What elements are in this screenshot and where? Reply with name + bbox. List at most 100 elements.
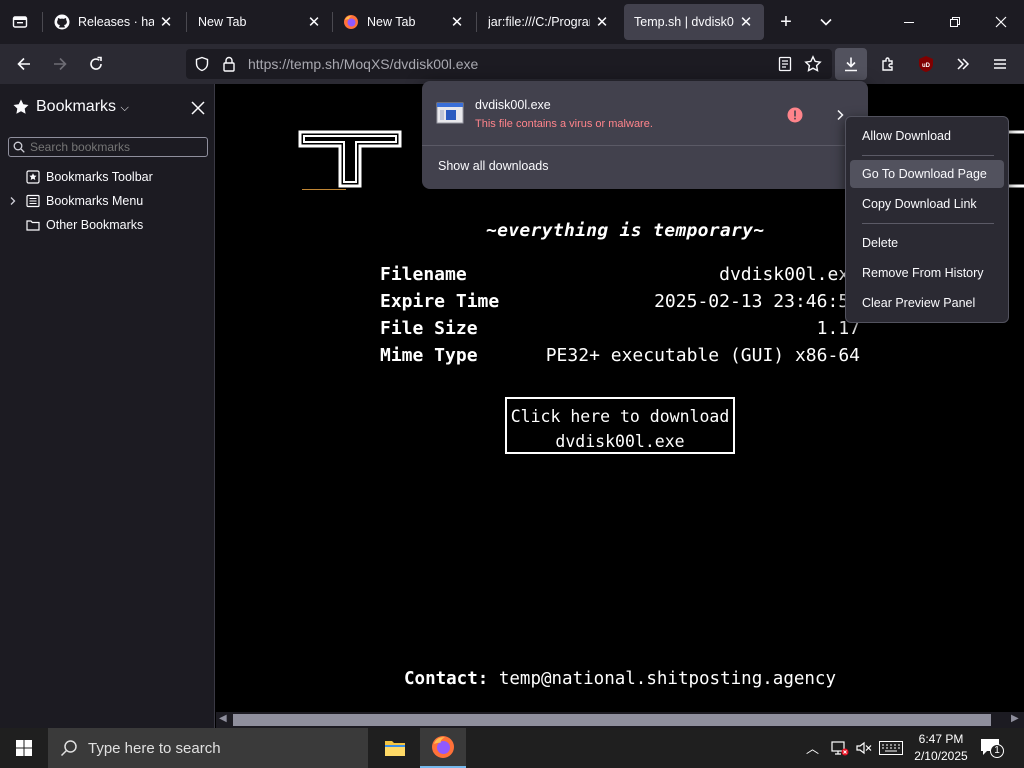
download-link-button[interactable]: Click here to download dvdisk00l.exe [505, 397, 735, 454]
info-key: Filename [380, 264, 467, 285]
menu-item-clear-preview-panel[interactable]: Clear Preview Panel [850, 289, 1004, 317]
overflow-button[interactable] [947, 48, 979, 80]
app-menu-button[interactable] [984, 48, 1016, 80]
restore-button[interactable] [939, 6, 971, 38]
volume-muted-icon[interactable] [855, 740, 873, 756]
close-icon[interactable]: ✕ [738, 13, 754, 31]
firefox-view-button[interactable] [4, 6, 36, 38]
menu-item-copy-download-link[interactable]: Copy Download Link [850, 190, 1004, 218]
shield-icon[interactable] [194, 56, 210, 72]
warning-icon [787, 107, 803, 123]
sidebar-close-button[interactable] [182, 92, 214, 124]
info-value: dvdisk00l.exe [719, 264, 860, 285]
search-icon [60, 740, 77, 757]
double-chevron-right-icon [957, 58, 970, 70]
reload-button[interactable] [80, 48, 112, 80]
scroll-right-icon[interactable]: ▶ [1011, 713, 1019, 724]
forward-button[interactable] [44, 48, 76, 80]
tab-label: jar:file:///C:/Program [488, 15, 590, 29]
tab-label: New Tab [198, 15, 247, 29]
bookmark-item-label: Bookmarks Menu [46, 194, 144, 208]
url-bar[interactable]: https://temp.sh/MoqXS/dvdisk00l.exe [186, 49, 832, 79]
ublock-icon: uD [919, 56, 933, 72]
windows-taskbar: Type here to search ︿ 6:47 PM 2/10/2025 … [0, 728, 1024, 768]
chevron-down-icon: ⌵ [120, 102, 129, 114]
bookmark-item-other[interactable]: Other Bookmarks [26, 215, 143, 235]
taskbar-search-box[interactable]: Type here to search [48, 728, 368, 768]
contact-email[interactable]: temp@national.shitposting.agency [499, 669, 836, 689]
downloads-button[interactable] [835, 48, 867, 80]
menu-separator [862, 223, 994, 224]
chevron-up-icon[interactable]: ︿ [806, 738, 819, 757]
taskbar-file-explorer[interactable] [374, 728, 416, 768]
tab-jar-file[interactable]: jar:file:///C:/Program ✕ [478, 4, 620, 40]
tab-separator [476, 12, 477, 32]
firefox-icon [344, 15, 358, 29]
list-all-tabs-button[interactable] [810, 6, 842, 38]
url-path: /MoqXS/dvdisk00l.exe [339, 56, 479, 72]
info-key: File Size [380, 318, 478, 339]
sidebar-title-label: Bookmarks [36, 98, 117, 115]
minimize-button[interactable] [893, 6, 925, 38]
notification-center-button[interactable]: 1 [980, 736, 1006, 760]
bookmark-item-label: Other Bookmarks [46, 218, 144, 232]
taskbar-clock[interactable]: 6:47 PM 2/10/2025 [910, 731, 972, 765]
tab-new-tab-2[interactable]: New Tab ✕ [333, 4, 475, 40]
plus-icon: + [780, 10, 792, 33]
contact-label: Contact: [404, 669, 489, 689]
close-icon[interactable]: ✕ [306, 13, 322, 31]
menu-item-delete[interactable]: Delete [850, 229, 1004, 257]
folder-icon [385, 741, 405, 756]
star-icon[interactable] [804, 55, 822, 73]
bookmark-item-toolbar[interactable]: Bookmarks Toolbar [26, 167, 153, 187]
reader-view-icon[interactable] [778, 56, 792, 72]
network-icon[interactable] [831, 740, 849, 756]
horizontal-scrollbar[interactable]: ◀ ▶ [216, 712, 1024, 728]
close-icon[interactable]: ✕ [594, 13, 610, 31]
back-button[interactable] [8, 48, 40, 80]
tab-temp-sh[interactable]: Temp.sh | dvdisk00l.e ✕ [624, 4, 764, 40]
page-tagline: ~everything is temporary~ [486, 220, 765, 241]
menu-item-label: Delete [862, 236, 899, 250]
notification-count-badge: 1 [990, 744, 1004, 758]
tab-new-tab-1[interactable]: New Tab ✕ [188, 4, 332, 40]
extensions-button[interactable] [872, 48, 904, 80]
url-text[interactable]: https://temp.sh/MoqXS/dvdisk00l.exe [248, 56, 478, 72]
info-value: 2025-02-13 23:46:52 [654, 291, 860, 312]
chevron-right-icon[interactable] [8, 196, 18, 206]
download-icon [845, 57, 857, 72]
sidebar-title[interactable]: Bookmarks ⌵ [36, 98, 129, 116]
taskbar-search-placeholder: Type here to search [88, 739, 221, 757]
menu-separator [862, 155, 994, 156]
info-row-filename: Filename dvdisk00l.exe [380, 264, 860, 290]
download-filename: dvdisk00l.exe [475, 98, 551, 112]
bookmark-item-menu[interactable]: Bookmarks Menu [8, 191, 143, 211]
arrow-right-icon [54, 57, 67, 71]
downloads-panel: dvdisk00l.exe This file contains a virus… [422, 81, 868, 189]
menu-item-allow-download[interactable]: Allow Download [850, 122, 1004, 150]
tab-label: Temp.sh | dvdisk00l.e [634, 15, 734, 29]
contact-line: Contact: temp@national.shitposting.agenc… [404, 669, 836, 689]
scrollbar-thumb[interactable] [233, 714, 991, 726]
menu-item-go-to-download-page[interactable]: Go To Download Page [850, 160, 1004, 188]
bookmarks-toolbar-icon [26, 170, 40, 184]
close-icon[interactable]: ✕ [158, 13, 174, 31]
close-window-button[interactable] [985, 6, 1017, 38]
taskbar-firefox[interactable] [420, 728, 466, 768]
reload-icon [90, 56, 102, 70]
menu-item-label: Clear Preview Panel [862, 296, 976, 310]
bookmark-item-label: Bookmarks Toolbar [46, 170, 153, 184]
new-tab-button[interactable]: + [770, 6, 802, 38]
tab-releases[interactable]: Releases · hakun ✕ [44, 4, 184, 40]
lock-icon[interactable] [222, 56, 236, 72]
scroll-left-icon[interactable]: ◀ [219, 713, 227, 724]
menu-item-remove-from-history[interactable]: Remove From History [850, 259, 1004, 287]
clock-date: 2/10/2025 [914, 749, 968, 763]
show-all-downloads-link[interactable]: Show all downloads [438, 159, 549, 173]
tab-label: New Tab [367, 15, 416, 29]
bookmarks-search-input[interactable] [8, 137, 208, 157]
keyboard-icon[interactable] [879, 741, 903, 755]
close-icon[interactable]: ✕ [449, 13, 465, 31]
ublock-button[interactable]: uD [910, 48, 942, 80]
start-button[interactable] [8, 732, 40, 764]
